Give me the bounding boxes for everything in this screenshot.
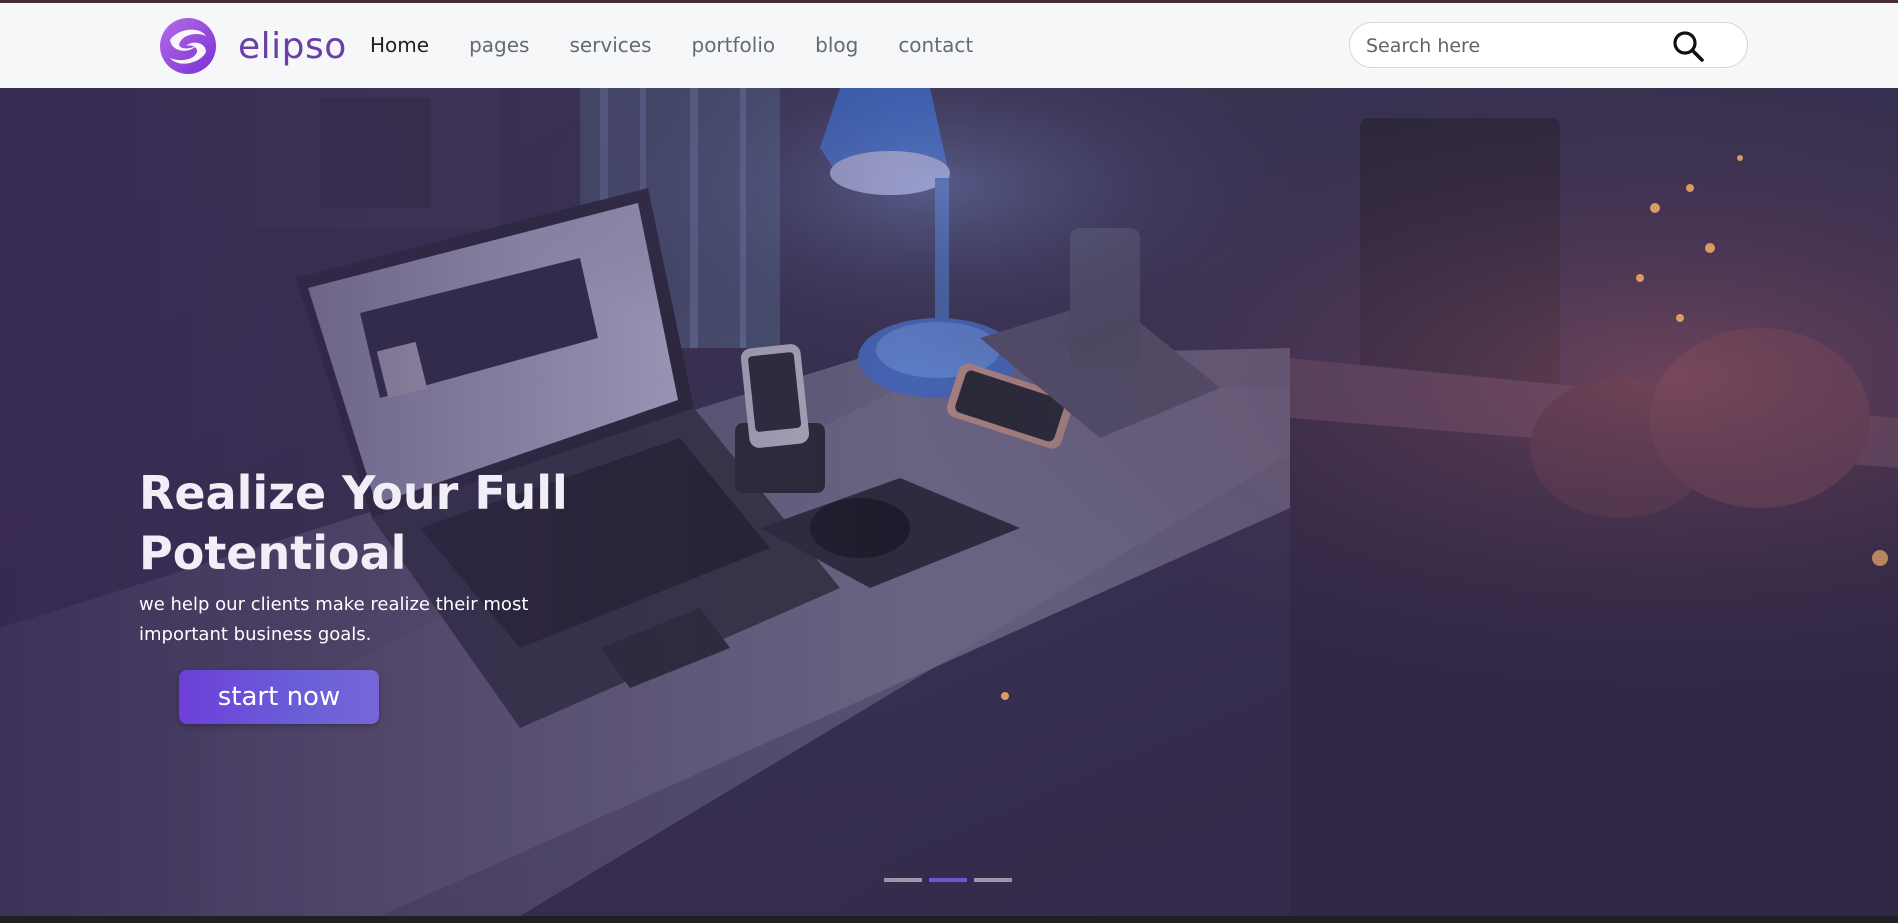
nav-item-home[interactable]: Home [370,33,429,57]
brand-logo[interactable]: elipso [158,15,347,77]
swirl-logo-icon [160,18,216,74]
carousel-dot-1[interactable] [884,878,922,882]
search-input[interactable] [1364,31,1668,61]
search-icon[interactable] [1670,28,1706,64]
start-now-button[interactable]: start now [179,670,379,724]
hero-title-line2: Potentioal [139,526,407,580]
nav-item-services[interactable]: services [569,33,651,57]
brand-name: elipso [238,25,347,67]
hero-subtitle: we help our clients make realize their m… [139,590,559,650]
hero-subtitle-line1: we help our clients make realize their m… [139,594,529,615]
main-nav: Home pages services portfolio blog conta… [370,33,1013,57]
carousel-dot-2[interactable] [929,878,967,882]
hero-slider: Realize Your Full Potentioal we help our… [0,88,1898,916]
nav-item-contact[interactable]: contact [898,33,973,57]
navbar: elipso Home pages services portfolio blo… [0,3,1898,88]
hero-title: Realize Your Full Potentioal [139,463,699,583]
carousel-dot-3[interactable] [974,878,1012,882]
nav-item-pages[interactable]: pages [469,33,529,57]
search-box [1349,22,1748,68]
carousel-indicators [884,878,1019,882]
hero-subtitle-line2: important business goals. [139,624,372,645]
page-bottom-edge [0,916,1898,923]
nav-item-blog[interactable]: blog [815,33,858,57]
nav-item-portfolio[interactable]: portfolio [692,33,776,57]
hero-title-line1: Realize Your Full [139,466,568,520]
